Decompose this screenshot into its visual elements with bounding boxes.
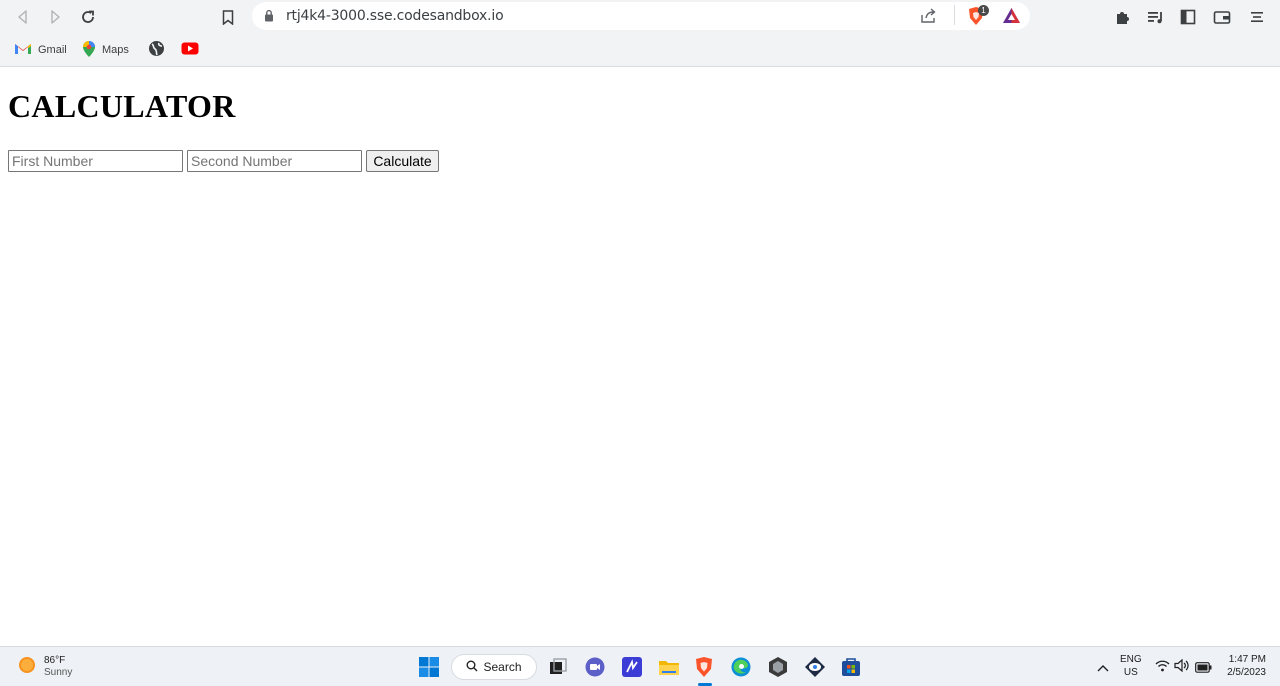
- lock-icon: [264, 9, 274, 27]
- app-icon[interactable]: [767, 656, 789, 678]
- page-title: CALCULATOR: [8, 88, 236, 124]
- shields-badge: 1: [978, 5, 989, 16]
- store-icon[interactable]: [840, 656, 862, 678]
- sun-icon: [18, 656, 36, 679]
- first-number-input[interactable]: [8, 150, 183, 172]
- brave-rewards-icon[interactable]: [1002, 7, 1021, 29]
- file-explorer-icon[interactable]: [658, 656, 680, 678]
- battery-icon[interactable]: [1195, 660, 1212, 678]
- bookmarks-bar: Gmail Maps: [0, 33, 1280, 67]
- weather-desc: Sunny: [44, 667, 73, 678]
- reload-icon[interactable]: [77, 6, 99, 28]
- wallet-icon[interactable]: [1211, 6, 1233, 28]
- gmail-icon: [14, 42, 32, 58]
- taskbar-search[interactable]: Search: [451, 654, 537, 680]
- forward-icon[interactable]: [44, 6, 66, 28]
- windows-start-icon[interactable]: [418, 656, 440, 678]
- bookmark-label: Gmail: [38, 44, 67, 56]
- language-indicator[interactable]: ENG US: [1120, 653, 1142, 679]
- search-label: Search: [483, 660, 522, 674]
- browser-toolbar: rtj4k4-3000.sse.codesandbox.io 1: [0, 0, 1280, 33]
- extensions-icon[interactable]: [1112, 6, 1134, 28]
- clock-date: 2/5/2023: [1227, 667, 1266, 678]
- url-text: rtj4k4-3000.sse.codesandbox.io: [286, 8, 504, 24]
- globe-icon: [148, 40, 165, 60]
- windows-taskbar: 86°F Sunny Search ENG US 1:47 PM 2/5/202…: [0, 646, 1280, 686]
- volume-icon[interactable]: [1174, 658, 1190, 677]
- bookmark-label: Maps: [102, 44, 129, 56]
- youtube-icon: [181, 42, 199, 58]
- bookmark-gmail[interactable]: Gmail: [14, 41, 67, 59]
- task-view-icon[interactable]: [547, 656, 569, 678]
- page-content: CALCULATOR Calculate: [0, 68, 1280, 646]
- weather-widget[interactable]: 86°F Sunny: [18, 655, 72, 679]
- app-icon[interactable]: [804, 656, 826, 678]
- wifi-icon[interactable]: [1155, 659, 1170, 677]
- clock-time: 1:47 PM: [1228, 654, 1266, 665]
- app-icon[interactable]: [621, 656, 643, 678]
- clock[interactable]: 1:47 PM 2/5/2023: [1220, 653, 1266, 679]
- playlist-icon[interactable]: [1145, 6, 1167, 28]
- address-bar[interactable]: rtj4k4-3000.sse.codesandbox.io 1: [252, 2, 1030, 30]
- bookmark-globe[interactable]: [148, 41, 165, 59]
- lang-bottom: US: [1123, 667, 1138, 678]
- second-number-input[interactable]: [187, 150, 362, 172]
- bookmark-maps[interactable]: Maps: [82, 40, 129, 61]
- sidebar-icon[interactable]: [1177, 6, 1199, 28]
- maps-icon: [82, 40, 96, 61]
- bookmark-youtube[interactable]: [181, 41, 199, 59]
- brave-taskbar-icon[interactable]: [693, 656, 715, 678]
- calculate-button[interactable]: Calculate: [366, 150, 439, 172]
- teams-chat-icon[interactable]: [584, 656, 606, 678]
- chevron-up-icon[interactable]: [1097, 660, 1109, 678]
- weather-temp: 86°F: [44, 655, 66, 666]
- menu-icon[interactable]: [1246, 6, 1268, 28]
- bookmark-icon[interactable]: [217, 6, 239, 28]
- search-icon: [466, 660, 478, 675]
- edge-icon[interactable]: [730, 656, 752, 678]
- divider: [954, 5, 955, 25]
- back-icon[interactable]: [12, 6, 34, 28]
- share-icon[interactable]: [920, 8, 937, 29]
- lang-top: ENG: [1120, 654, 1142, 665]
